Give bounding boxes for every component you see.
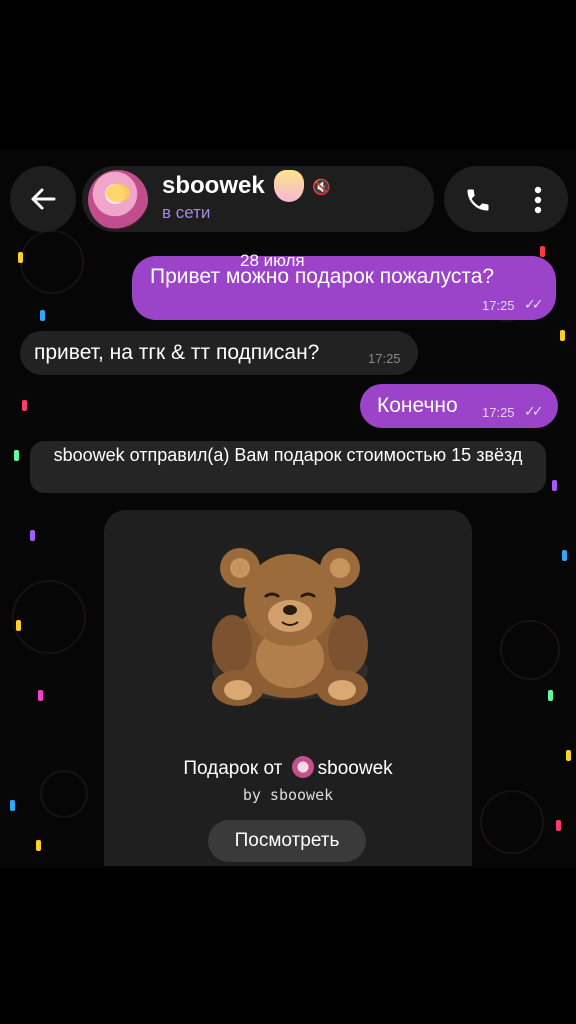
confetti <box>562 550 567 561</box>
phone-icon <box>467 189 489 211</box>
confetti <box>18 252 23 263</box>
gift-title: Подарок от sboowek <box>104 756 472 780</box>
view-gift-button[interactable]: Посмотреть <box>208 820 366 862</box>
header-actions <box>444 166 568 232</box>
message-outgoing[interactable]: Конечно 17:25 ✓✓ <box>360 384 558 428</box>
doodle-decoration <box>480 790 544 854</box>
call-button[interactable] <box>458 180 498 220</box>
confetti <box>552 480 557 491</box>
confetti <box>16 620 21 631</box>
confetti <box>38 690 43 701</box>
gift-service-message: sboowek отправил(а) Вам подарок стоимост… <box>30 441 546 493</box>
message-outgoing[interactable]: Привет можно подарок пожалуста? 17:25 ✓✓ <box>132 256 556 320</box>
gift-card[interactable]: Подарок от sboowek by sboowek Посмотреть <box>104 510 472 866</box>
arrow-left-icon <box>31 188 56 210</box>
gift-by-line: by sboowek <box>242 786 334 804</box>
teddy-bear-icon <box>212 548 368 706</box>
confetti <box>40 310 45 321</box>
doodle-decoration <box>40 770 88 818</box>
avatar[interactable] <box>88 170 148 230</box>
more-vertical-icon <box>534 186 542 214</box>
message-text: Привет можно подарок пожалуста? <box>150 265 495 288</box>
doodle-decoration <box>500 620 560 680</box>
confetti <box>10 800 15 811</box>
confetti <box>556 820 561 831</box>
date-separator: 28 июля <box>240 251 305 270</box>
message-text: привет, на тгк & тт подписан? <box>34 341 320 364</box>
confetti <box>548 690 553 701</box>
confetti <box>560 330 565 341</box>
contact-name: sboowek <box>162 172 265 199</box>
confetti <box>30 530 35 541</box>
message-time: 17:25 <box>482 405 515 420</box>
confetti <box>36 840 41 851</box>
confetti <box>22 400 27 411</box>
back-button[interactable] <box>10 166 76 232</box>
more-menu-button[interactable] <box>518 180 558 220</box>
double-check-icon: ✓✓ <box>524 403 544 419</box>
confetti <box>566 750 571 761</box>
emoji-status-icon <box>274 170 304 202</box>
message-time: 17:25 <box>368 351 401 366</box>
doodle-decoration <box>12 580 86 654</box>
message-time: 17:25 <box>482 298 515 313</box>
avatar <box>291 756 314 778</box>
message-text: Конечно <box>377 394 458 417</box>
muted-icon: 🔇 <box>312 179 331 196</box>
doodle-decoration <box>20 230 84 294</box>
gift-title-prefix: Подарок от <box>183 758 283 779</box>
gift-sender-name: sboowek <box>317 758 393 779</box>
online-status: в сети <box>162 203 211 222</box>
double-check-icon: ✓✓ <box>524 296 544 312</box>
message-incoming[interactable]: привет, на тгк & тт подписан? 17:25 <box>20 331 418 375</box>
confetti <box>540 246 545 257</box>
confetti <box>14 450 19 461</box>
